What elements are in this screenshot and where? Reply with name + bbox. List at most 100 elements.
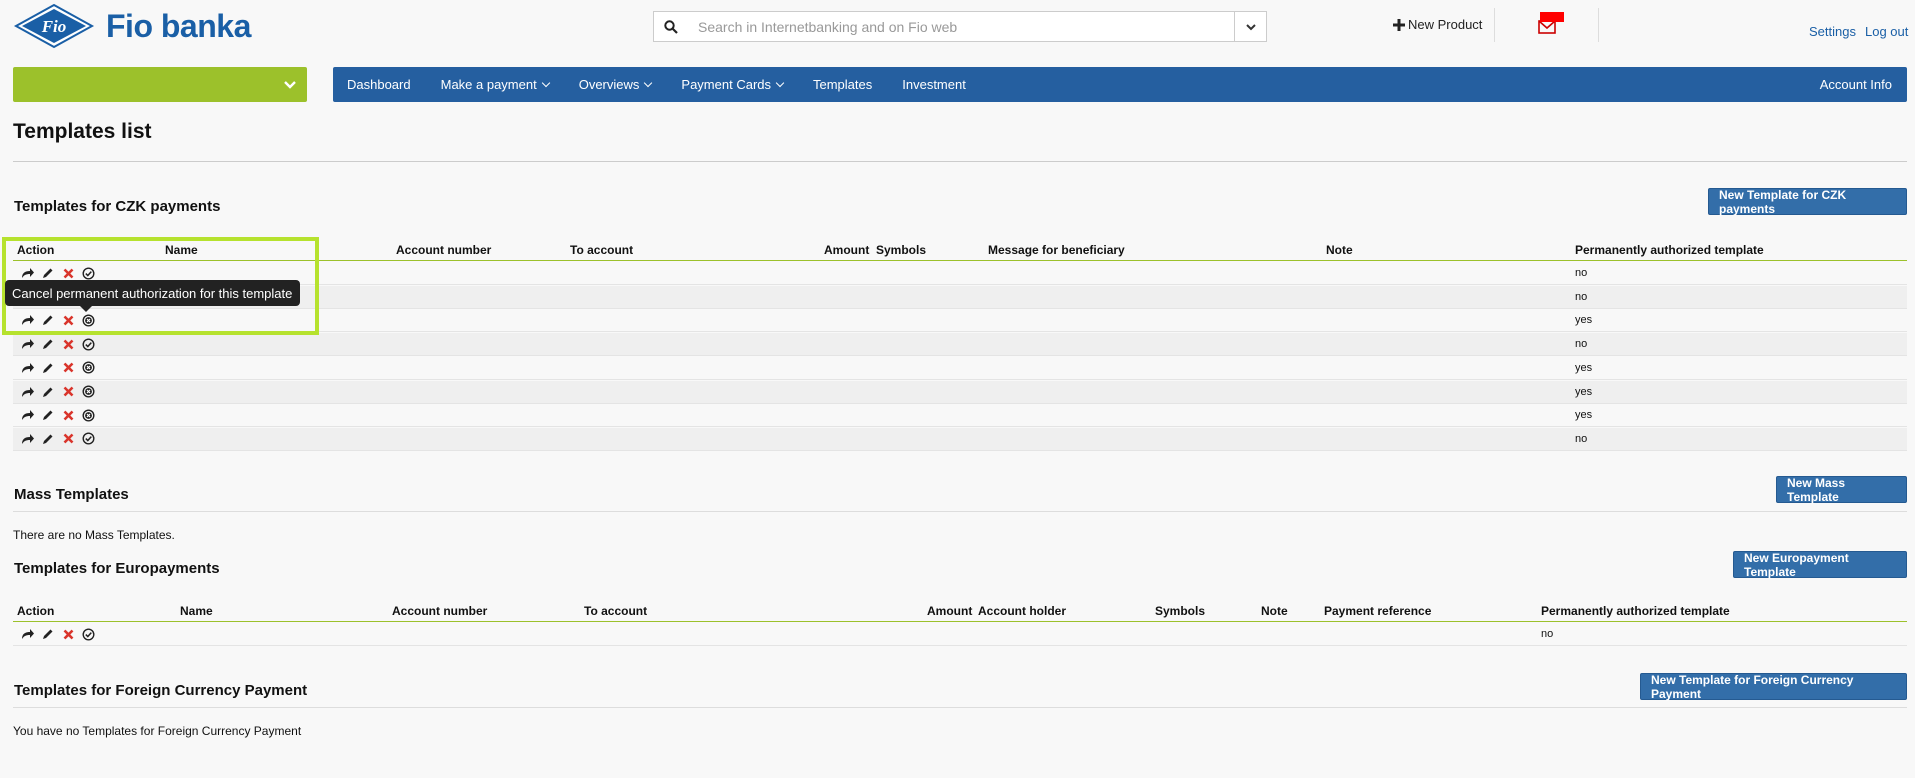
col-account-number: Account number: [392, 604, 488, 618]
check-circle-icon[interactable]: [81, 432, 95, 446]
col-amount: Amount: [824, 243, 870, 257]
tooltip-arrow: [80, 306, 92, 312]
x-icon[interactable]: [61, 408, 75, 422]
col-name: Name: [165, 243, 198, 257]
x-circle-icon[interactable]: [81, 385, 95, 399]
share-arrow-icon[interactable]: [21, 361, 35, 375]
account-selector[interactable]: [13, 67, 307, 102]
search-icon[interactable]: [654, 12, 688, 41]
x-circle-icon[interactable]: [81, 361, 95, 375]
nav-investment[interactable]: Investment: [902, 77, 966, 92]
new-foreign-template-button[interactable]: New Template for Foreign Currency Paymen…: [1640, 673, 1907, 701]
nav-dashboard[interactable]: Dashboard: [347, 77, 411, 92]
pencil-icon[interactable]: [41, 385, 55, 399]
search-box: [653, 11, 1267, 42]
pencil-icon[interactable]: [41, 627, 55, 641]
pencil-icon[interactable]: [41, 313, 55, 327]
x-icon[interactable]: [61, 627, 75, 641]
col-symbols: Symbols: [876, 243, 927, 257]
main-nav: Dashboard Make a payment Overviews Payme…: [333, 67, 1907, 102]
pencil-icon[interactable]: [41, 266, 55, 280]
divider: [13, 707, 1907, 708]
new-czk-template-button[interactable]: New Template for CZK payments: [1708, 188, 1907, 216]
x-circle-icon[interactable]: [81, 313, 95, 327]
tooltip: Cancel permanent authorization for this …: [5, 280, 300, 306]
share-arrow-icon[interactable]: [21, 337, 35, 351]
x-icon[interactable]: [61, 361, 75, 375]
share-arrow-icon[interactable]: [21, 432, 35, 446]
share-arrow-icon[interactable]: [21, 627, 35, 641]
euro-section-title: Templates for Europayments: [14, 560, 220, 577]
check-circle-icon[interactable]: [81, 337, 95, 351]
row-actions: [21, 408, 95, 422]
share-arrow-icon[interactable]: [21, 313, 35, 327]
authorized-value: yes: [1575, 361, 1593, 374]
authorized-value: yes: [1575, 409, 1593, 422]
divider: [1598, 8, 1599, 42]
nav-payment-cards[interactable]: Payment Cards: [681, 77, 785, 92]
x-circle-icon[interactable]: [81, 408, 95, 422]
fio-logo-icon: Fio: [13, 3, 95, 49]
new-mass-template-button[interactable]: New Mass Template: [1776, 476, 1907, 504]
col-name: Name: [180, 604, 213, 618]
table-row: no: [13, 427, 1907, 451]
share-arrow-icon[interactable]: [21, 408, 35, 422]
row-actions: [21, 313, 95, 327]
table-row: no: [13, 333, 1907, 357]
search-dropdown-button[interactable]: [1234, 12, 1266, 41]
pencil-icon[interactable]: [41, 408, 55, 422]
new-europayment-template-button[interactable]: New Europayment Template: [1733, 551, 1907, 579]
search-input[interactable]: [688, 12, 1234, 41]
foreign-empty-text: You have no Templates for Foreign Curren…: [13, 724, 302, 738]
pencil-icon[interactable]: [41, 361, 55, 375]
nav-make-payment[interactable]: Make a payment: [441, 77, 550, 92]
mail-icon[interactable]: [1537, 12, 1565, 36]
row-actions: [21, 432, 95, 446]
caret-down-icon: [775, 78, 785, 87]
share-arrow-icon[interactable]: [21, 266, 35, 280]
row-actions: [21, 627, 95, 641]
logo-mark-text: Fio: [41, 17, 67, 36]
logout-link[interactable]: Log out: [1865, 24, 1908, 39]
nav-overviews[interactable]: Overviews: [579, 77, 653, 92]
authorized-value: no: [1541, 628, 1554, 640]
table-row: yes: [13, 380, 1907, 404]
check-circle-icon[interactable]: [81, 627, 95, 641]
x-icon[interactable]: [61, 313, 75, 327]
col-payment-reference: Payment reference: [1324, 604, 1432, 618]
plus-icon: [1393, 18, 1405, 31]
pencil-icon[interactable]: [41, 432, 55, 446]
divider: [1494, 8, 1495, 42]
divider: [13, 161, 1907, 162]
check-circle-icon[interactable]: [81, 266, 95, 280]
col-message: Message for beneficiary: [988, 243, 1125, 257]
col-action: Action: [17, 604, 55, 618]
col-to-account: To account: [584, 604, 648, 618]
col-amount: Amount: [927, 604, 973, 618]
logo-text: Fio banka: [106, 7, 251, 44]
col-permanently-authorized: Permanently authorized template: [1541, 604, 1730, 618]
authorized-value: no: [1575, 267, 1588, 279]
row-actions: [21, 361, 95, 375]
x-icon[interactable]: [61, 432, 75, 446]
caret-down-icon: [644, 78, 653, 87]
mass-section-title: Mass Templates: [14, 486, 129, 503]
share-arrow-icon[interactable]: [21, 385, 35, 399]
logo[interactable]: Fio Fio banka: [12, 3, 251, 49]
pencil-icon[interactable]: [41, 337, 55, 351]
col-account-number: Account number: [396, 243, 492, 257]
x-icon[interactable]: [61, 266, 75, 280]
caret-down-icon: [541, 78, 550, 87]
x-icon[interactable]: [61, 337, 75, 351]
chevron-down-icon: [284, 80, 296, 89]
foreign-section-title: Templates for Foreign Currency Payment: [14, 682, 308, 699]
col-action: Action: [17, 243, 55, 257]
col-account-holder: Account holder: [978, 604, 1067, 618]
new-product-link[interactable]: New Product: [1393, 17, 1482, 32]
nav-templates[interactable]: Templates: [813, 77, 872, 92]
authorized-value: no: [1575, 338, 1588, 351]
settings-link[interactable]: Settings: [1809, 24, 1856, 39]
x-icon[interactable]: [61, 385, 75, 399]
nav-account-info[interactable]: Account Info: [1820, 77, 1892, 92]
new-product-label: New Product: [1408, 17, 1483, 32]
